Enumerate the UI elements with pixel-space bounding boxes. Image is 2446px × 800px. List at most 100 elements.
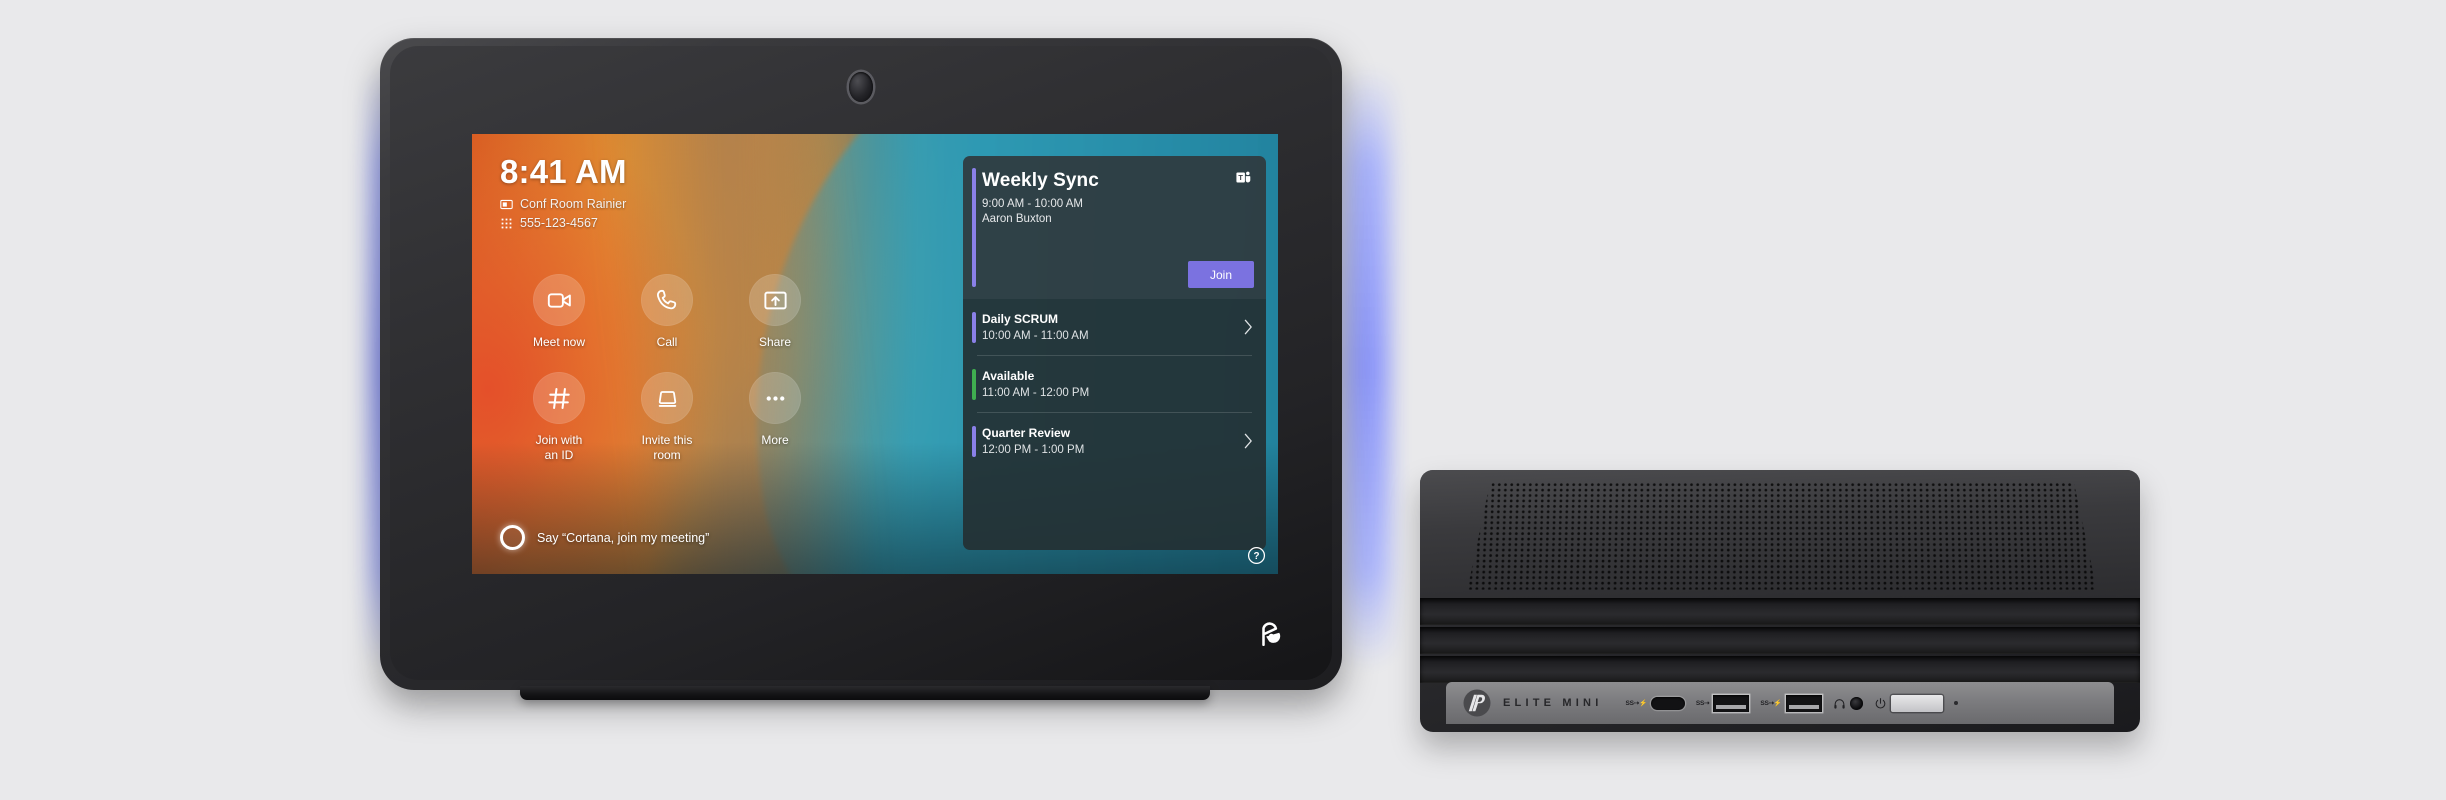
share-circle [749,274,801,326]
poly-logo [1262,622,1281,647]
ventilation-grille [1467,482,2096,590]
event-accent-bar [972,426,976,457]
svg-text:T: T [1238,173,1243,182]
model-name-label: ELITE MINI [1503,697,1603,709]
dialpad-icon [501,218,512,229]
meet-now-label: Meet now [532,335,586,349]
event-time: 11:00 AM - 12:00 PM [982,387,1090,399]
cortana-prompt[interactable]: Say “Cortana, join my meeting” [500,525,709,550]
front-groove [1420,598,2140,625]
led-glow-right [1344,68,1390,668]
quick-actions-row-1: Meet now Call Share [520,274,850,350]
phone-number-row: 555-123-4567 [500,216,880,230]
invite-this-room-button[interactable]: Invite this room [628,372,706,463]
room-info-block: 8:41 AM Conf Room Rainier 555-123-4567 [500,153,880,230]
usb-c-port[interactable] [1650,696,1685,710]
join-with-id-button[interactable]: Join with an ID [520,372,598,463]
meeting-panel: T Weekly Sync 9:00 AM - 10:00 AM Aaron B… [963,156,1266,550]
hp-chassis: ELITE MINI SS⇢⚡ SS⇢ SS⇢⚡ [1420,470,2140,732]
invite-room-line2: room [653,448,681,462]
usb-a-port-2[interactable] [1785,694,1822,712]
list-item[interactable]: Quarter Review 12:00 PM - 1:00 PM [963,413,1266,469]
current-meeting-accent-bar [972,168,976,287]
front-io-panel: ELITE MINI SS⇢⚡ SS⇢ SS⇢⚡ [1446,682,2114,724]
chevron-right-icon[interactable] [1244,433,1253,449]
join-with-id-label: Join with an ID [520,433,598,463]
upcoming-meetings-list[interactable]: Daily SCRUM 10:00 AM - 11:00 AM Availabl… [963,299,1266,550]
call-label: Call [656,335,678,349]
microsoft-teams-icon: T [1236,171,1251,183]
join-with-id-line1: Join with [535,433,583,447]
headphone-icon [1834,698,1845,709]
meet-now-button[interactable]: Meet now [520,274,598,350]
invite-room-line1: Invite this [641,433,693,447]
call-button[interactable]: Call [628,274,706,350]
tablet-stand [520,686,1210,700]
invite-this-room-label: Invite this room [628,433,706,463]
invite-room-circle [641,372,693,424]
hash-icon [547,387,570,409]
room-device-icon [658,390,676,407]
cortana-ring-icon [500,525,525,550]
room-name-row: Conf Room Rainier [500,197,880,211]
usb-a-port-2-group[interactable]: SS⇢⚡ [1760,694,1822,712]
touch-screen[interactable]: 8:41 AM Conf Room Rainier 555-123-4567 M… [472,134,1278,574]
current-meeting-time: 9:00 AM - 10:00 AM [982,198,1084,210]
hp-logo [1463,689,1491,717]
current-meeting-organizer: Aaron Buxton [982,213,1052,225]
poly-teams-panel-device: 8:41 AM Conf Room Rainier 555-123-4567 M… [370,38,1390,738]
join-button[interactable]: Join [1188,261,1254,288]
display-icon [500,199,513,209]
svg-text:?: ? [1253,551,1259,562]
hp-elite-mini-pc: ELITE MINI SS⇢⚡ SS⇢ SS⇢⚡ [1420,470,2140,732]
video-camera-icon [547,292,571,308]
power-icon [1875,697,1886,708]
event-time: 12:00 PM - 1:00 PM [982,444,1085,456]
share-screen-icon [763,291,787,309]
clock-time: 8:41 AM [500,153,627,190]
usb-c-port-mark: SS⇢⚡ [1625,700,1647,707]
tablet-chassis: 8:41 AM Conf Room Rainier 555-123-4567 M… [380,38,1342,690]
hp-top-panel [1420,470,2140,598]
meet-now-circle [533,274,585,326]
call-circle [641,274,693,326]
ellipsis-icon [766,395,784,401]
scene: 8:41 AM Conf Room Rainier 555-123-4567 M… [0,0,2446,800]
event-title: Available [982,369,1035,383]
phone-number-label: 555-123-4567 [520,216,598,231]
headphone-jack[interactable] [1849,696,1863,710]
usb-c-port-group[interactable]: SS⇢⚡ [1625,696,1685,710]
list-item[interactable]: Daily SCRUM 10:00 AM - 11:00 AM [963,299,1266,355]
room-name-label: Conf Room Rainier [520,197,627,212]
more-button[interactable]: More [736,372,814,463]
tablet-bezel: 8:41 AM Conf Room Rainier 555-123-4567 M… [390,46,1332,680]
share-label: Share [758,335,792,349]
front-camera-icon [849,72,873,102]
chevron-right-icon[interactable] [1244,319,1253,335]
event-accent-bar [972,369,976,400]
power-button[interactable] [1890,694,1943,712]
current-meeting-title: Weekly Sync [982,170,1099,191]
more-label: More [761,433,789,447]
headphone-jack-group[interactable] [1833,696,1863,710]
usb-a-port-1-group[interactable]: SS⇢ [1695,694,1750,712]
status-led [1953,701,1958,705]
current-meeting-card[interactable]: T Weekly Sync 9:00 AM - 10:00 AM Aaron B… [963,156,1266,299]
event-title: Daily SCRUM [982,312,1059,326]
list-item[interactable]: Available 11:00 AM - 12:00 PM [963,356,1266,412]
usb-a-port-1[interactable] [1713,694,1750,712]
help-circle-icon[interactable]: ? [1247,546,1266,565]
share-button[interactable]: Share [736,274,814,350]
more-circle [749,372,801,424]
front-groove [1420,656,2140,683]
join-with-id-line2: an ID [544,448,574,462]
cortana-prompt-label: Say “Cortana, join my meeting” [537,530,710,545]
quick-actions-row-2: Join with an ID Invite this room More [520,372,850,463]
front-groove [1420,627,2140,654]
event-time: 10:00 AM - 11:00 AM [982,330,1089,342]
join-with-id-circle [533,372,585,424]
quick-actions: Meet now Call Share Join with an ID Invi… [520,274,850,463]
usb-a-port-1-mark: SS⇢ [1695,700,1710,707]
power-button-group[interactable] [1874,694,1943,712]
event-accent-bar [972,312,976,343]
